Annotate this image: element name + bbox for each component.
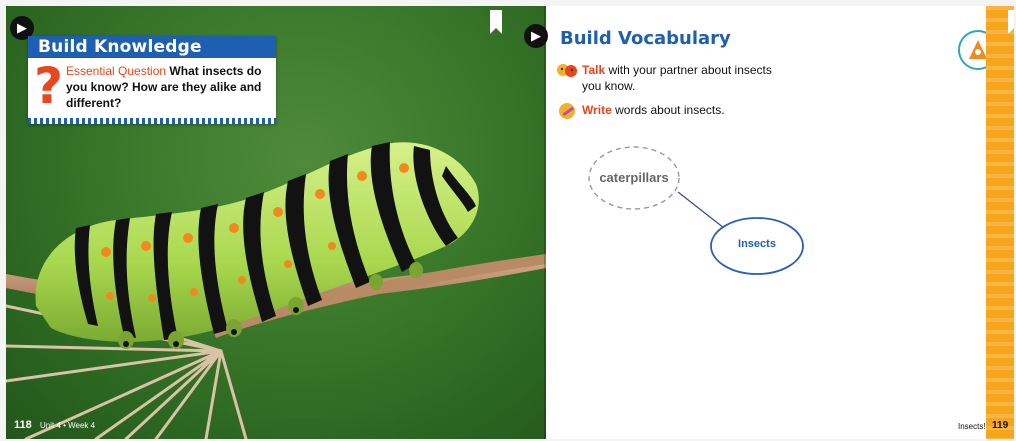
page-title: Build Knowledge	[38, 37, 202, 57]
essential-question-card: Build Knowledge ? Essential Question Wha…	[28, 36, 276, 124]
essential-question-label: Essential Question	[66, 64, 167, 78]
left-page: ▶ Build Knowledge ? Essential Question W…	[6, 6, 546, 439]
bookmark-icon[interactable]	[1008, 10, 1014, 34]
page-number: 119	[992, 420, 1009, 431]
stripe-divider	[28, 118, 276, 124]
page-number: 118	[14, 419, 32, 431]
question-mark-icon: ?	[34, 57, 64, 115]
unit-week-label: Unit 4 • Week 4	[39, 421, 96, 430]
speaker-icon[interactable]: ▶	[524, 24, 548, 48]
bookmark-icon[interactable]	[490, 10, 502, 34]
left-footer: 118 Unit 4 • Week 4	[14, 419, 95, 431]
essential-question: Essential Question What insects do you k…	[66, 63, 274, 111]
right-footer: Insects!	[958, 422, 986, 431]
web-connector	[677, 191, 725, 229]
right-page: ▶ Build Vocabulary Talk with your partne…	[524, 6, 1014, 439]
side-tab-bar	[986, 6, 1014, 439]
word-web	[588, 146, 804, 275]
web-spoke-word: caterpillars	[599, 170, 669, 185]
heading-bar: Build Knowledge	[28, 36, 276, 58]
book-spread: ▶ Build Knowledge ? Essential Question W…	[6, 6, 1014, 439]
web-center-word: Insects	[738, 238, 776, 250]
